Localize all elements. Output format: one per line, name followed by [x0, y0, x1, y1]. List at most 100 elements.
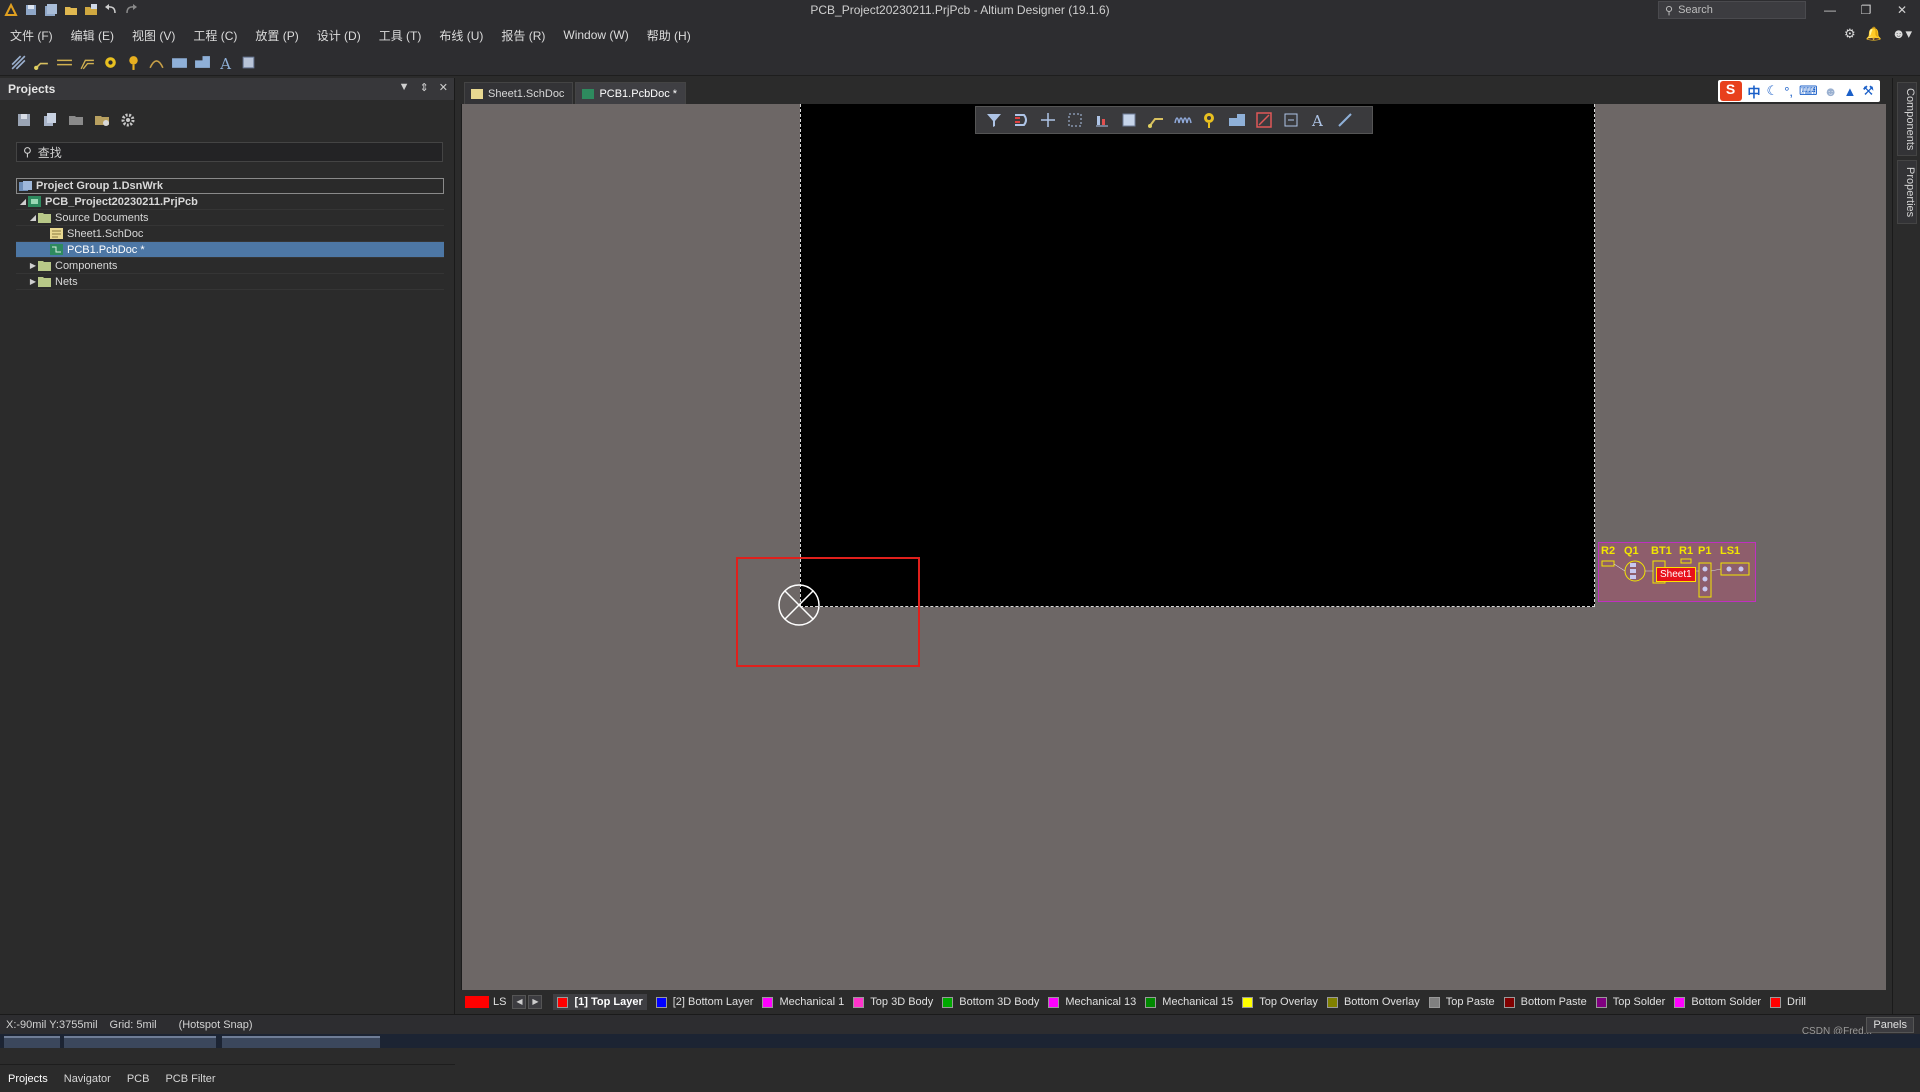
polygon-icon[interactable] — [1228, 111, 1246, 129]
align-icon[interactable] — [1093, 111, 1111, 129]
layer-scroll-left-icon[interactable]: ◀ — [512, 995, 527, 1009]
keepout-icon[interactable] — [1255, 111, 1273, 129]
wrench-tools-icon[interactable]: ⚒ — [1862, 83, 1874, 99]
interactive-multi-route-icon[interactable] — [79, 54, 96, 71]
layer-tab-top-3d-body[interactable]: Top 3D Body — [853, 996, 933, 1008]
doc-tab-sheet1-schdoc[interactable]: Sheet1.SchDoc — [464, 82, 574, 104]
restore-button[interactable]: ❐ — [1852, 0, 1880, 20]
panels-button[interactable]: Panels — [1866, 1017, 1914, 1033]
place-via-icon[interactable] — [1201, 111, 1219, 129]
user-account-icon[interactable]: ☻▾ — [1892, 26, 1912, 42]
pcb-editor-canvas[interactable]: A R2 Q1 BT1 R1 P1 LS1 Sheet1 — [461, 104, 1886, 990]
layer-tab-bottom-overlay[interactable]: Bottom Overlay — [1326, 996, 1420, 1008]
layer-set-label[interactable]: LS — [493, 996, 506, 1008]
polygon-pour-icon[interactable] — [194, 54, 211, 71]
punctuation-icon[interactable]: °, — [1784, 84, 1793, 99]
place-line-icon[interactable] — [1336, 111, 1354, 129]
side-tab-components[interactable]: Components — [1897, 82, 1917, 156]
room-label[interactable]: Sheet1 — [1656, 567, 1696, 582]
tree-item-pcb1-pcbdoc[interactable]: PCB1.PcbDoc * — [16, 242, 444, 258]
via-icon[interactable] — [125, 54, 142, 71]
taskbar-start-button[interactable] — [4, 1036, 60, 1048]
menu-reports[interactable]: 报告 (R) — [501, 27, 545, 44]
menu-project[interactable]: 工程 (C) — [193, 27, 237, 44]
panel-settings-gear-icon[interactable] — [120, 112, 136, 128]
ref-designator-q1[interactable]: Q1 — [1624, 545, 1639, 557]
layer-tab-top-paste[interactable]: Top Paste — [1428, 996, 1495, 1008]
layer-tab-drill[interactable]: Drill — [1770, 996, 1806, 1008]
layer-tab-2-bottom-layer[interactable]: [2] Bottom Layer — [655, 996, 753, 1008]
skin-shirt-icon[interactable]: ▲ — [1843, 84, 1856, 99]
save-project-icon[interactable] — [16, 112, 32, 128]
differential-pair-icon[interactable] — [56, 54, 73, 71]
ime-language-toggle[interactable]: 中 — [1748, 82, 1761, 101]
ref-designator-ls1[interactable]: LS1 — [1720, 545, 1740, 557]
tree-item-nets[interactable]: ▶ Nets — [16, 274, 444, 290]
pad-icon[interactable] — [102, 54, 119, 71]
menu-file[interactable]: 文件 (F) — [10, 27, 53, 44]
save-all-icon[interactable] — [44, 3, 58, 17]
panel-tab-navigator[interactable]: Navigator — [64, 1073, 111, 1085]
panel-menu-chevron-icon[interactable]: ▼ — [399, 81, 410, 94]
undo-icon[interactable] — [104, 3, 118, 17]
menu-route[interactable]: 布线 (U) — [439, 27, 483, 44]
collapse-arrow-icon[interactable]: ◢ — [18, 197, 28, 206]
tree-item-sheet1-schdoc[interactable]: Sheet1.SchDoc — [16, 226, 444, 242]
dimension-icon[interactable] — [1282, 111, 1300, 129]
taskbar-app-item[interactable] — [222, 1036, 380, 1048]
layer-tab-bottom-3d-body[interactable]: Bottom 3D Body — [942, 996, 1039, 1008]
route-track-icon[interactable] — [33, 54, 50, 71]
tree-item-components[interactable]: ▶ Components — [16, 258, 444, 274]
save-icon[interactable] — [24, 3, 38, 17]
panel-pin-icon[interactable]: ⇕ — [420, 81, 429, 94]
redo-icon[interactable] — [124, 3, 138, 17]
side-tab-properties[interactable]: Properties — [1897, 160, 1917, 224]
menu-view[interactable]: 视图 (V) — [132, 27, 175, 44]
fill-region-icon[interactable] — [171, 54, 188, 71]
open-project-icon[interactable] — [84, 3, 98, 17]
global-search-input[interactable]: ⚲ Search — [1658, 1, 1806, 19]
panel-tab-pcb-filter[interactable]: PCB Filter — [165, 1073, 215, 1085]
project-options-icon[interactable] — [68, 112, 84, 128]
tree-item-source-documents[interactable]: ◢ Source Documents — [16, 210, 444, 226]
layer-tab-top-solder[interactable]: Top Solder — [1595, 996, 1665, 1008]
tree-item-workspace[interactable]: Project Group 1.DsnWrk — [16, 178, 444, 194]
interactive-route-icon[interactable] — [1147, 111, 1165, 129]
taskbar-app-item[interactable] — [64, 1036, 216, 1048]
ref-designator-r2[interactable]: R2 — [1601, 545, 1615, 557]
hatch-fill-icon[interactable] — [10, 54, 27, 71]
component-room-cluster[interactable]: R2 Q1 BT1 R1 P1 LS1 Sheet1 — [1598, 542, 1756, 602]
menu-tools[interactable]: 工具 (T) — [379, 27, 422, 44]
current-layer-color-swatch[interactable] — [465, 996, 489, 1008]
crosshair-icon[interactable] — [1039, 111, 1057, 129]
close-button[interactable]: ✕ — [1888, 0, 1916, 20]
expand-arrow-icon[interactable]: ▶ — [28, 277, 38, 286]
menu-help[interactable]: 帮助 (H) — [647, 27, 691, 44]
panel-tab-projects[interactable]: Projects — [8, 1073, 48, 1085]
menu-place[interactable]: 放置 (P) — [255, 27, 298, 44]
layer-tab-1-top-layer[interactable]: [1] Top Layer — [553, 994, 647, 1010]
layer-tab-mechanical-1[interactable]: Mechanical 1 — [762, 996, 844, 1008]
menu-design[interactable]: 设计 (D) — [317, 27, 361, 44]
layer-tab-mechanical-15[interactable]: Mechanical 15 — [1145, 996, 1233, 1008]
open-folder-icon[interactable] — [64, 3, 78, 17]
menu-window[interactable]: Window (W) — [563, 28, 628, 42]
ref-designator-p1[interactable]: P1 — [1698, 545, 1711, 557]
length-tuning-icon[interactable] — [1174, 111, 1192, 129]
component-icon[interactable] — [240, 54, 257, 71]
arc-icon[interactable] — [148, 54, 165, 71]
settings-gear-icon[interactable]: ⚙ — [1844, 26, 1856, 42]
ref-designator-r1[interactable]: R1 — [1679, 545, 1693, 557]
layer-tab-top-overlay[interactable]: Top Overlay — [1242, 996, 1318, 1008]
layer-scroll-right-icon[interactable]: ▶ — [528, 995, 543, 1009]
component-place-icon[interactable] — [1120, 111, 1138, 129]
user-icon[interactable]: ☻ — [1824, 84, 1838, 99]
pcb-board-area[interactable] — [800, 104, 1595, 607]
project-find-input[interactable]: ⚲ 查找 — [16, 142, 443, 162]
minimize-button[interactable]: — — [1816, 0, 1844, 20]
sogou-logo-icon[interactable]: S — [1719, 81, 1742, 101]
menu-edit[interactable]: 编辑 (E) — [71, 27, 114, 44]
filter-icon[interactable] — [985, 111, 1003, 129]
string-text-icon[interactable]: A — [217, 54, 234, 71]
collapse-arrow-icon[interactable]: ◢ — [28, 213, 38, 222]
